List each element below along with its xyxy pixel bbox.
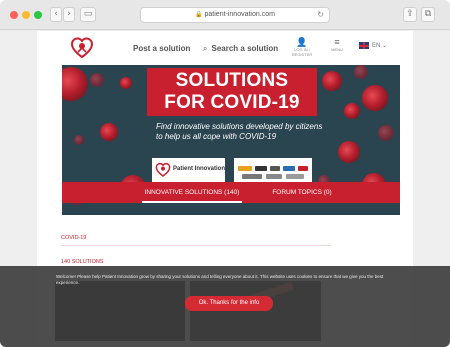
user-icon: 👤 (296, 37, 308, 47)
zoom-window-button[interactable] (34, 11, 42, 19)
patient-innovation-logo[interactable] (70, 36, 94, 60)
cookie-message: Welcome! Please help Patient Innovation … (56, 274, 384, 285)
menu-button[interactable]: ≡ MENU (327, 37, 347, 52)
sponsor-logo (242, 174, 262, 179)
sponsor-logo (298, 166, 308, 171)
menu-label: MENU (331, 47, 343, 52)
breadcrumb[interactable]: COVID-19 (61, 235, 86, 241)
lock-icon: 🔒 (195, 12, 203, 18)
login-register-label: LOG IN / REGISTER (291, 47, 313, 57)
language-selector[interactable]: EN ⌄ (359, 42, 387, 49)
hero-subtitle: Find innovative solutions developed by c… (156, 122, 323, 141)
virus-graphic (338, 141, 360, 163)
hero-title-line1: SOLUTIONS (175, 70, 289, 91)
tab-innovative-solutions[interactable]: INNOVATIVE SOLUTIONS (140) (142, 182, 242, 203)
sponsors-logo-card (234, 158, 312, 182)
solutions-count: 140 SOLUTIONS (61, 259, 104, 265)
browser-toolbar: ‹ › ▭ 🔒 patient-innovation.com ↻ ⇪ ⧉ (0, 0, 450, 30)
hero-title-line2: FOR COVID-19 (164, 92, 300, 113)
hero-title-box: SOLUTIONS FOR COVID-19 (147, 68, 317, 116)
site-header: Post a solution ⌕ Search a solution 👤 LOG… (37, 31, 413, 65)
search-solution-link[interactable]: ⌕ Search a solution (203, 44, 278, 54)
tab-forum-topics[interactable]: FORUM TOPICS (0) (262, 182, 342, 203)
virus-graphic (100, 123, 118, 141)
language-label: EN ⌄ (372, 43, 388, 50)
close-window-button[interactable] (10, 11, 18, 19)
virus-graphic (322, 71, 342, 91)
tabs-overview-icon[interactable]: ⧉ (421, 7, 435, 22)
sponsor-logo (266, 174, 282, 179)
content-tabs: INNOVATIVE SOLUTIONS (140) FORUM TOPICS … (62, 182, 400, 203)
uk-flag-icon (359, 42, 369, 49)
patient-innovation-logo (155, 162, 171, 177)
forward-icon[interactable]: › (63, 7, 75, 22)
virus-graphic (120, 77, 132, 89)
sponsor-logo (238, 166, 252, 171)
virus-graphic (344, 103, 360, 119)
search-solution-label: Search a solution (211, 44, 279, 53)
breadcrumb-divider (61, 245, 331, 246)
browser-window: ‹ › ▭ 🔒 patient-innovation.com ↻ ⇪ ⧉ Post… (0, 0, 450, 347)
address-bar[interactable]: 🔒 patient-innovation.com ↻ (140, 7, 330, 23)
virus-graphic (74, 135, 84, 145)
search-icon: ⌕ (203, 44, 208, 53)
back-icon[interactable]: ‹ (50, 7, 62, 22)
hamburger-icon: ≡ (334, 37, 340, 47)
sidebar-icon[interactable]: ▭ (80, 7, 96, 22)
accept-cookies-button[interactable]: Ok. Thanks for the info (185, 296, 273, 311)
reload-icon[interactable]: ↻ (317, 8, 324, 22)
sponsor-logo (255, 166, 267, 171)
sponsor-logo (270, 166, 280, 171)
login-register-button[interactable]: 👤 LOG IN / REGISTER (289, 37, 315, 57)
share-icon[interactable]: ⇪ (403, 7, 417, 22)
minimize-window-button[interactable] (22, 11, 30, 19)
post-solution-link[interactable]: Post a solution (133, 44, 190, 53)
partner-name: Patient Innovation (173, 166, 226, 172)
cookie-banner: Welcome! Please help Patient Innovation … (0, 266, 450, 347)
virus-graphic (378, 125, 394, 141)
virus-graphic (362, 85, 388, 111)
virus-graphic (62, 67, 88, 101)
sponsor-logo (286, 174, 304, 179)
url-text: patient-innovation.com (204, 11, 275, 18)
partner-logo-card: Patient Innovation (152, 158, 225, 182)
sponsor-logo (283, 166, 295, 171)
virus-graphic (90, 73, 104, 87)
virus-graphic (354, 65, 368, 79)
